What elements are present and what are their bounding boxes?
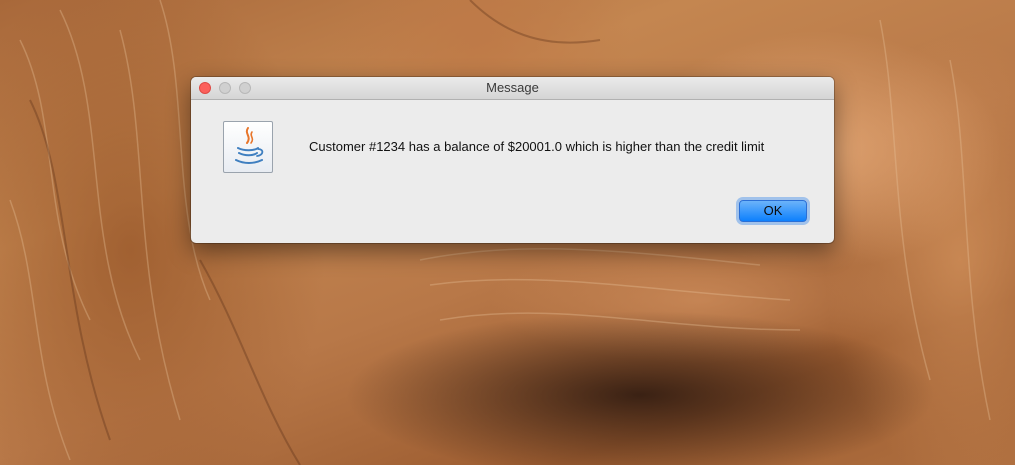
desktop-wallpaper: Message Customer #1234 has a balance of …: [0, 0, 1015, 465]
ok-button[interactable]: OK: [739, 200, 807, 222]
message-dialog: Message Customer #1234 has a balance of …: [191, 77, 834, 243]
dialog-title: Message: [486, 80, 539, 95]
java-coffee-cup-icon: [223, 121, 273, 173]
dialog-titlebar[interactable]: Message: [191, 77, 834, 100]
dialog-message-text: Customer #1234 has a balance of $20001.0…: [309, 139, 765, 154]
